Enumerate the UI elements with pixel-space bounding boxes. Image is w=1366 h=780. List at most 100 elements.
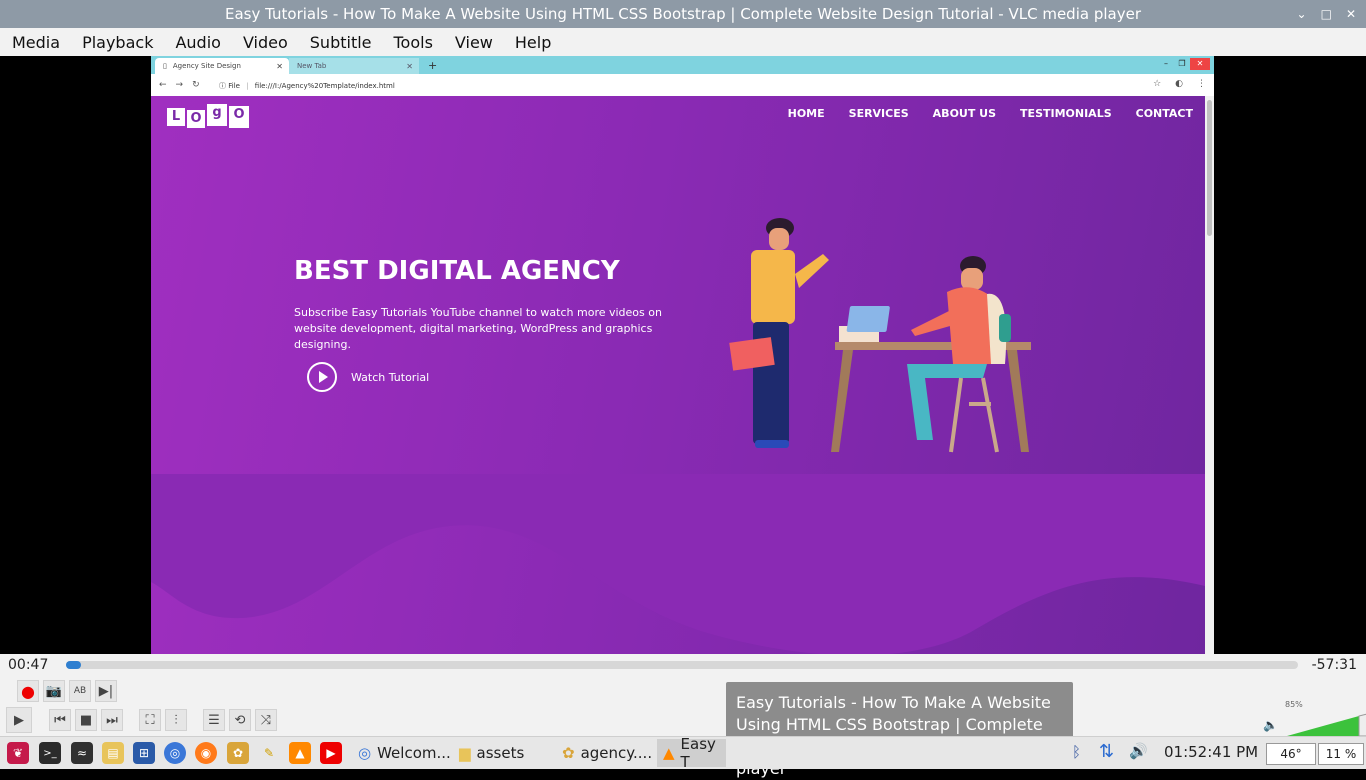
close-icon: ✕ bbox=[406, 61, 413, 71]
task-label: assets bbox=[476, 744, 525, 762]
menu-media[interactable]: Media bbox=[0, 33, 70, 52]
logo-letter: g bbox=[207, 104, 227, 126]
calculator-icon[interactable]: ⊞ bbox=[133, 742, 155, 764]
restore-icon: ❐ bbox=[1178, 59, 1186, 68]
menu-bar: Media Playback Audio Video Subtitle Tool… bbox=[0, 28, 1366, 56]
scrollbar-thumb bbox=[1207, 100, 1212, 236]
close-icon: ✕ bbox=[276, 61, 283, 71]
shuffle-button[interactable]: ⤨ bbox=[255, 709, 277, 731]
task-chromium[interactable]: ◎ Welcom... bbox=[352, 739, 451, 767]
extension-icon: ◐ bbox=[1175, 79, 1183, 89]
menu-help[interactable]: Help bbox=[503, 33, 561, 52]
back-arrow-icon: ← bbox=[159, 80, 167, 90]
menu-video[interactable]: Video bbox=[231, 33, 298, 52]
menu-view[interactable]: View bbox=[443, 33, 503, 52]
maximize-button[interactable]: □ bbox=[1321, 7, 1332, 21]
geany-icon: ✿ bbox=[562, 744, 575, 762]
play-button[interactable]: ▶ bbox=[6, 707, 32, 733]
remaining-time[interactable]: -57:31 bbox=[1312, 657, 1357, 673]
task-label: Welcom... bbox=[377, 744, 451, 762]
chromium-icon[interactable]: ◎ bbox=[164, 742, 186, 764]
fullscreen-button[interactable]: ⛶ bbox=[139, 709, 161, 731]
network-arrows-icon[interactable]: ⇅ bbox=[1099, 741, 1114, 762]
extended-settings-button[interactable]: ⫶ bbox=[165, 709, 187, 731]
youtube-icon[interactable]: ▶ bbox=[320, 742, 342, 764]
previous-button[interactable]: ⏮ bbox=[49, 709, 71, 731]
volume-percent: 85% bbox=[1285, 700, 1303, 709]
task-label: agency.... bbox=[580, 744, 653, 762]
temperature-value: 46° bbox=[1280, 747, 1302, 761]
nav-contact: CONTACT bbox=[1135, 107, 1193, 120]
vlc-icon[interactable]: ▲ bbox=[289, 742, 311, 764]
folder-icon: ▆ bbox=[459, 744, 471, 762]
skip-forward-icon: ⏭ bbox=[106, 712, 118, 728]
raspberry-menu-icon[interactable]: ❦ bbox=[7, 742, 29, 764]
terminal-icon[interactable]: >_ bbox=[39, 742, 61, 764]
frame-step-icon: ▶︎| bbox=[98, 683, 114, 699]
task-label: Easy T bbox=[680, 735, 716, 771]
task-manager-icon[interactable]: ≈ bbox=[71, 742, 93, 764]
task-vlc[interactable]: ▲ Easy T bbox=[657, 735, 726, 771]
loop-button[interactable]: ⟲ bbox=[229, 709, 251, 731]
loop-icon: ⟲ bbox=[234, 712, 246, 728]
browser-scrollbar bbox=[1205, 96, 1214, 654]
fullscreen-icon: ⛶ bbox=[145, 712, 155, 728]
skip-back-icon: ⏮ bbox=[54, 712, 66, 728]
bluetooth-icon[interactable]: ᛒ bbox=[1072, 743, 1081, 761]
record-icon: ● bbox=[21, 681, 35, 701]
clock[interactable]: 01:52:41 PM bbox=[1164, 743, 1258, 761]
browser-tab-new: New Tab ✕ bbox=[289, 58, 419, 74]
logo-letter: O bbox=[187, 110, 205, 128]
menu-playback[interactable]: Playback bbox=[70, 33, 163, 52]
watch-tutorial-label: Watch Tutorial bbox=[351, 370, 430, 384]
firefox-icon[interactable]: ◉ bbox=[195, 742, 217, 764]
window-title-bar: Easy Tutorials - How To Make A Website U… bbox=[0, 0, 1366, 28]
volume-tray-icon[interactable]: 🔊 bbox=[1129, 742, 1148, 760]
plus-icon: + bbox=[428, 59, 438, 72]
ab-loop-button[interactable]: AB bbox=[69, 680, 91, 702]
playlist-button[interactable]: ☰ bbox=[203, 709, 225, 731]
menu-tools[interactable]: Tools bbox=[382, 33, 443, 52]
nav-home: HOME bbox=[787, 107, 825, 120]
page-icon: ▯ bbox=[163, 62, 167, 70]
menu-audio[interactable]: Audio bbox=[163, 33, 230, 52]
cpu-usage-badge: 11 % bbox=[1318, 743, 1364, 765]
url-prefix: File bbox=[228, 82, 240, 90]
volume-slider[interactable] bbox=[1285, 710, 1366, 738]
divider: | bbox=[246, 82, 249, 90]
task-assets[interactable]: ▆ assets bbox=[453, 739, 554, 767]
minimize-button[interactable]: ⌄ bbox=[1297, 7, 1307, 21]
forward-arrow-icon: → bbox=[175, 80, 184, 90]
pencil-icon[interactable]: ✎ bbox=[258, 742, 280, 764]
elapsed-time: 00:47 bbox=[8, 657, 49, 673]
reload-icon: ↻ bbox=[192, 80, 200, 90]
play-icon: ▶ bbox=[14, 712, 24, 728]
url-text: file:///I:/Agency%20Template/index.html bbox=[254, 82, 395, 90]
site-logo: L O g O bbox=[167, 102, 249, 128]
star-icon: ☆ bbox=[1153, 79, 1162, 89]
next-button[interactable]: ⏭ bbox=[101, 709, 123, 731]
shuffle-icon: ⤨ bbox=[260, 712, 272, 728]
info-icon: ⓘ bbox=[219, 82, 226, 90]
close-button[interactable]: ✕ bbox=[1346, 7, 1356, 21]
video-frame-browser: ▯ Agency Site Design ✕ New Tab ✕ + – ❐ ✕… bbox=[151, 56, 1214, 654]
record-button[interactable]: ● bbox=[17, 680, 39, 702]
menu-subtitle[interactable]: Subtitle bbox=[298, 33, 382, 52]
file-manager-icon[interactable]: ▤ bbox=[102, 742, 124, 764]
camera-icon: 📷 bbox=[45, 683, 63, 699]
geany-icon[interactable]: ✿ bbox=[227, 742, 249, 764]
video-area[interactable]: ▯ Agency Site Design ✕ New Tab ✕ + – ❐ ✕… bbox=[0, 56, 1366, 654]
cpu-usage-value: 11 % bbox=[1325, 747, 1357, 761]
watch-tutorial-link: Watch Tutorial bbox=[307, 362, 429, 392]
stop-icon: ■ bbox=[79, 712, 93, 728]
url-field: ⓘ File | file:///I:/Agency%20Template/in… bbox=[219, 81, 395, 91]
seek-slider[interactable] bbox=[66, 661, 1298, 669]
frame-step-button[interactable]: ▶︎| bbox=[95, 680, 117, 702]
playback-controls: ● 📷 AB ▶︎| ▶ ⏮ ■ ⏭ ⛶ ⫶ ☰ ⟲ ⤨ 🔈 85% bbox=[0, 676, 1366, 738]
snapshot-button[interactable]: 📷 bbox=[43, 680, 65, 702]
nav-testimonials: TESTIMONIALS bbox=[1020, 107, 1112, 120]
window-title: Easy Tutorials - How To Make A Website U… bbox=[225, 5, 1141, 23]
hero-headline: BEST DIGITAL AGENCY bbox=[294, 256, 620, 286]
task-geany[interactable]: ✿ agency.... bbox=[556, 739, 655, 767]
stop-button[interactable]: ■ bbox=[75, 709, 97, 731]
